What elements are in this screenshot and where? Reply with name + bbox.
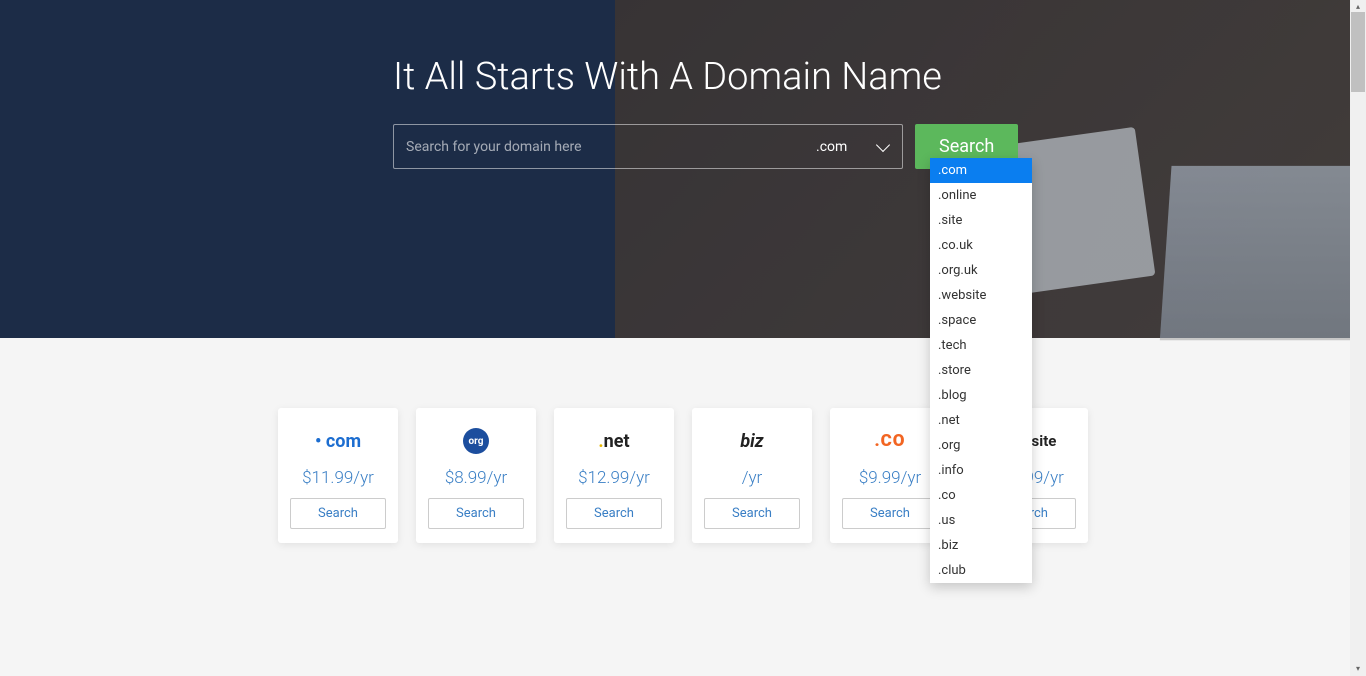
tld-logo-net: net <box>566 426 662 456</box>
tld-search-button[interactable]: Search <box>428 498 524 529</box>
tld-selected-label: .com <box>816 139 847 155</box>
scrollbar-vertical[interactable]: ▴ ▾ <box>1350 0 1366 676</box>
tld-option[interactable]: .co <box>930 483 1032 508</box>
tld-option[interactable]: .site <box>930 208 1032 233</box>
scrollbar-thumb[interactable] <box>1351 12 1365 92</box>
tld-search-button[interactable]: Search <box>704 498 800 529</box>
tld-select-dropdown[interactable]: .com <box>802 125 902 168</box>
tld-card-com: com $11.99/yr Search <box>278 408 398 543</box>
tld-option[interactable]: .org <box>930 433 1032 458</box>
tld-logo-com: com <box>290 426 386 456</box>
tld-dropdown-menu[interactable]: .com.online.site.co.uk.org.uk.website.sp… <box>930 158 1032 583</box>
scrollbar-down-arrow-icon[interactable]: ▾ <box>1353 664 1363 674</box>
domain-search-input[interactable] <box>394 125 802 168</box>
tld-price: /yr <box>704 468 800 488</box>
tld-price: $9.99/yr <box>842 468 938 488</box>
tld-option[interactable]: .tech <box>930 333 1032 358</box>
tld-option[interactable]: .online <box>930 183 1032 208</box>
hero-bg-laptop <box>1160 166 1366 340</box>
tld-option[interactable]: .website <box>930 283 1032 308</box>
tld-pricing-cards: com $11.99/yr Search org $8.99/yr Search… <box>133 338 1233 613</box>
tld-search-button[interactable]: Search <box>290 498 386 529</box>
hero-title: It All Starts With A Domain Name <box>393 55 1233 99</box>
tld-search-button[interactable]: Search <box>566 498 662 529</box>
tld-option[interactable]: .com <box>930 158 1032 183</box>
tld-option[interactable]: .biz <box>930 533 1032 558</box>
tld-option[interactable]: .club <box>930 558 1032 583</box>
tld-option[interactable]: .us <box>930 508 1032 533</box>
tld-logo-biz: biz <box>704 426 800 456</box>
tld-option[interactable]: .store <box>930 358 1032 383</box>
tld-option[interactable]: .blog <box>930 383 1032 408</box>
tld-card-org: org $8.99/yr Search <box>416 408 536 543</box>
chevron-down-icon <box>876 137 890 151</box>
tld-logo-co: CO <box>842 426 938 456</box>
tld-option[interactable]: .info <box>930 458 1032 483</box>
hero-banner: It All Starts With A Domain Name .com Se… <box>0 0 1366 338</box>
tld-option[interactable]: .net <box>930 408 1032 433</box>
tld-logo-org: org <box>428 426 524 456</box>
scrollbar-up-arrow-icon[interactable]: ▴ <box>1353 2 1363 12</box>
tld-price: $12.99/yr <box>566 468 662 488</box>
tld-option[interactable]: .org.uk <box>930 258 1032 283</box>
tld-card-net: net $12.99/yr Search <box>554 408 674 543</box>
tld-option[interactable]: .space <box>930 308 1032 333</box>
tld-search-button[interactable]: Search <box>842 498 938 529</box>
search-row: .com Search <box>393 124 1233 169</box>
tld-price: $11.99/yr <box>290 468 386 488</box>
tld-card-biz: biz /yr Search <box>692 408 812 543</box>
tld-option[interactable]: .co.uk <box>930 233 1032 258</box>
tld-price: $8.99/yr <box>428 468 524 488</box>
search-box: .com <box>393 124 903 169</box>
